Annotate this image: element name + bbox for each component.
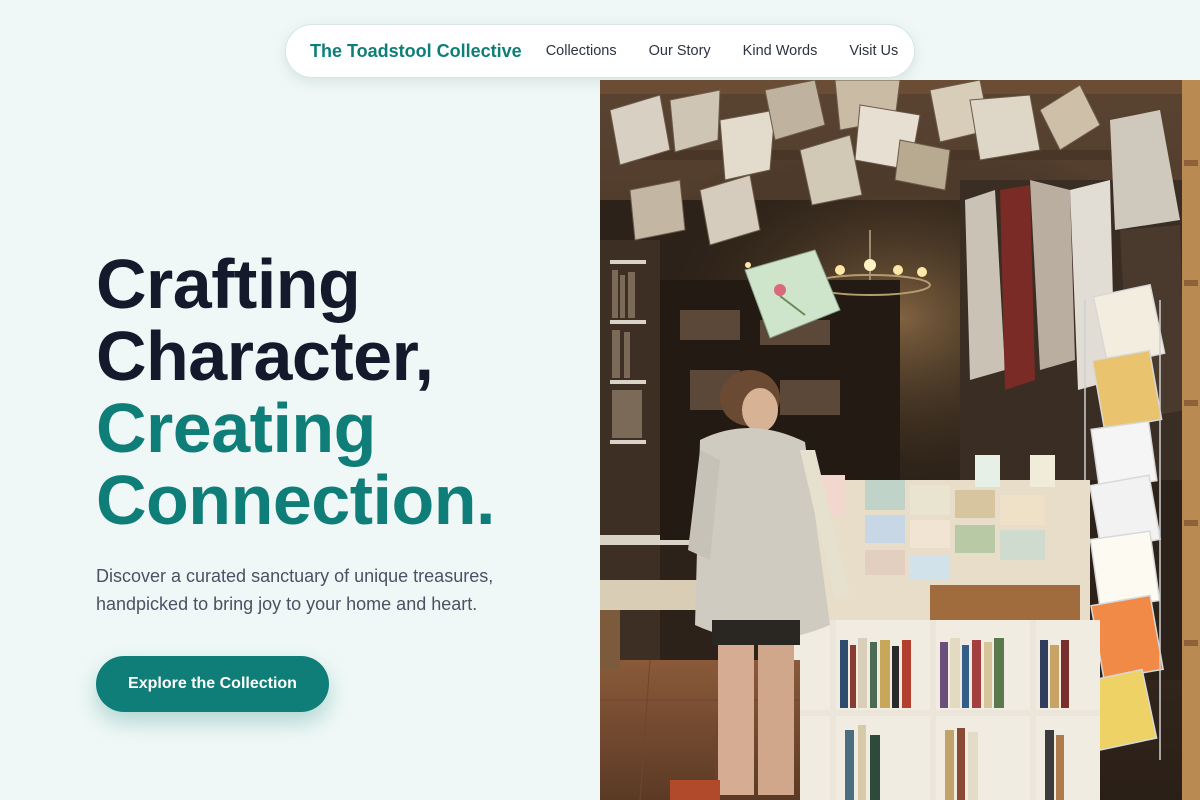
nav-links: Collections Our Story Kind Words Visit U… bbox=[546, 43, 899, 59]
brand-logo[interactable]: The Toadstool Collective bbox=[310, 41, 522, 62]
nav-link-visit-us[interactable]: Visit Us bbox=[849, 43, 898, 59]
top-navigation: The Toadstool Collective Collections Our… bbox=[285, 24, 915, 78]
nav-link-kind-words[interactable]: Kind Words bbox=[743, 43, 818, 59]
nav-link-our-story[interactable]: Our Story bbox=[649, 43, 711, 59]
hero-heading-line-2: Character, bbox=[96, 317, 434, 395]
hero-heading-line-4: Connection. bbox=[96, 461, 495, 539]
hero-heading-line-1: Crafting bbox=[96, 245, 361, 323]
hero-image-bookshop bbox=[600, 80, 1200, 800]
nav-link-collections[interactable]: Collections bbox=[546, 43, 617, 59]
hero-heading: Crafting Character, Creating Connection. bbox=[96, 248, 495, 536]
hero-heading-line-3: Creating bbox=[96, 389, 376, 467]
explore-collection-button[interactable]: Explore the Collection bbox=[96, 656, 329, 712]
hero-subtitle: Discover a curated sanctuary of unique t… bbox=[96, 566, 494, 614]
